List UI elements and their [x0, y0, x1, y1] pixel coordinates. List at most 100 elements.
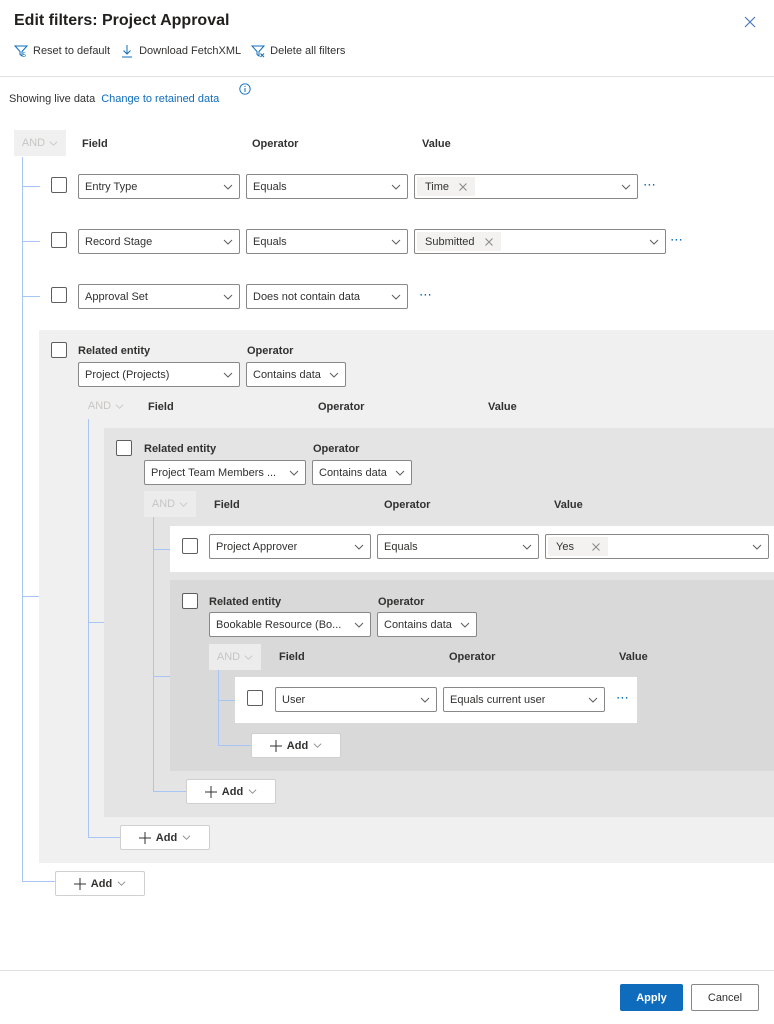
related-entity-dropdown[interactable]: Bookable Resource (Bo...: [209, 612, 371, 637]
chevron-down-icon: [223, 294, 233, 300]
operator-dropdown[interactable]: Equals current user: [443, 687, 605, 712]
related-operator-dropdown[interactable]: Contains data: [312, 460, 412, 485]
related-entity-checkbox[interactable]: [116, 440, 132, 456]
row-checkbox[interactable]: [182, 538, 198, 554]
add-button-project[interactable]: Add: [120, 825, 210, 850]
field-dropdown[interactable]: Approval Set: [78, 284, 240, 309]
operator-dropdown[interactable]: Equals: [246, 229, 408, 254]
field-header: Field: [148, 401, 174, 413]
and-operator-dropdown[interactable]: AND: [80, 393, 132, 419]
tree-line: [22, 157, 23, 881]
info-icon[interactable]: [239, 83, 251, 95]
related-operator-dropdown[interactable]: Contains data: [246, 362, 346, 387]
remove-tag-icon[interactable]: [459, 182, 467, 191]
value-dropdown[interactable]: Yes: [545, 534, 769, 559]
chevron-down-icon: [223, 239, 233, 245]
field-header: Field: [82, 138, 108, 150]
chevron-down-icon: [391, 294, 401, 300]
chevron-down-icon: [621, 184, 631, 190]
filter-reset-icon: 5: [14, 45, 28, 58]
chevron-down-icon: [354, 622, 364, 628]
and-operator-dropdown[interactable]: AND: [144, 491, 196, 517]
related-entity-checkbox[interactable]: [182, 593, 198, 609]
tree-line: [218, 745, 251, 746]
chevron-down-icon: [588, 697, 598, 703]
value-dropdown[interactable]: Submitted: [414, 229, 666, 254]
filter-delete-icon: [251, 45, 266, 58]
and-operator-dropdown[interactable]: AND: [14, 130, 66, 156]
chevron-down-icon: [182, 835, 191, 840]
change-to-retained-data-link[interactable]: Change to retained data: [101, 93, 219, 105]
value-header: Value: [422, 138, 451, 150]
apply-button[interactable]: Apply: [620, 984, 683, 1011]
delete-all-filters-button[interactable]: Delete all filters: [251, 44, 345, 58]
toolbar: 5 Reset to default Download FetchXML Del…: [14, 44, 345, 58]
download-fetchxml-button[interactable]: Download FetchXML: [120, 44, 241, 58]
close-icon: [744, 16, 756, 28]
value-tag: Yes: [548, 537, 608, 556]
dialog-title: Edit filters: Project Approval: [14, 12, 230, 29]
operator-label: Operator: [313, 443, 360, 455]
chevron-down-icon: [248, 789, 257, 794]
field-dropdown[interactable]: Project Approver: [209, 534, 371, 559]
row-checkbox[interactable]: [51, 287, 67, 303]
chevron-down-icon: [289, 470, 299, 476]
close-button[interactable]: [742, 14, 758, 30]
tree-line: [153, 676, 170, 677]
related-entity-label: Related entity: [209, 596, 282, 608]
data-source-bar: Showing live data Change to retained dat…: [9, 93, 219, 105]
field-dropdown[interactable]: User: [275, 687, 437, 712]
download-label: Download FetchXML: [139, 45, 242, 57]
more-options-button[interactable]: ⋯: [419, 288, 432, 301]
footer-divider: [0, 970, 774, 971]
chevron-down-icon: [117, 881, 126, 886]
tree-line: [218, 669, 219, 745]
chevron-down-icon: [391, 184, 401, 190]
more-options-button[interactable]: ⋯: [616, 691, 629, 704]
field-dropdown[interactable]: Entry Type: [78, 174, 240, 199]
and-label: AND: [21, 137, 46, 149]
plus-icon: [204, 785, 217, 798]
reset-label: Reset to default: [33, 45, 111, 57]
related-entity-dropdown[interactable]: Project (Projects): [78, 362, 240, 387]
operator-dropdown[interactable]: Equals: [377, 534, 539, 559]
related-entity-dropdown[interactable]: Project Team Members ...: [144, 460, 306, 485]
chevron-down-icon: [313, 743, 322, 748]
download-icon: [122, 45, 133, 58]
operator-header: Operator: [318, 401, 365, 413]
chevron-down-icon: [420, 697, 430, 703]
plus-icon: [73, 877, 86, 890]
tree-line: [22, 596, 39, 597]
row-checkbox[interactable]: [247, 690, 263, 706]
operator-dropdown[interactable]: Does not contain data: [246, 284, 408, 309]
operator-dropdown[interactable]: Equals: [246, 174, 408, 199]
related-entity-checkbox[interactable]: [51, 342, 67, 358]
and-operator-dropdown[interactable]: AND: [209, 644, 261, 670]
chevron-down-icon: [354, 544, 364, 550]
chevron-down-icon: [223, 184, 233, 190]
related-entity-label: Related entity: [144, 443, 217, 455]
reset-to-default-button[interactable]: 5 Reset to default: [14, 44, 110, 58]
remove-tag-icon[interactable]: [484, 237, 493, 246]
row-checkbox[interactable]: [51, 177, 67, 193]
chevron-down-icon: [522, 544, 532, 550]
value-dropdown[interactable]: Time: [414, 174, 638, 199]
related-operator-dropdown[interactable]: Contains data: [377, 612, 477, 637]
add-button-team-members[interactable]: Add: [186, 779, 276, 804]
chevron-down-icon: [115, 403, 124, 409]
more-options-button[interactable]: ⋯: [643, 178, 656, 191]
tree-line: [88, 622, 104, 623]
tree-line: [22, 241, 40, 242]
cancel-button[interactable]: Cancel: [691, 984, 759, 1011]
tree-line: [153, 549, 170, 550]
add-button-root[interactable]: Add: [55, 871, 145, 896]
plus-icon: [269, 739, 282, 752]
more-options-button[interactable]: ⋯: [670, 233, 683, 246]
field-dropdown[interactable]: Record Stage: [78, 229, 240, 254]
remove-tag-icon[interactable]: [592, 542, 600, 551]
add-button-bookable-resource[interactable]: Add: [251, 733, 341, 758]
tree-line: [22, 186, 40, 187]
row-checkbox[interactable]: [51, 232, 67, 248]
operator-label: Operator: [247, 345, 294, 357]
value-header: Value: [619, 651, 648, 663]
